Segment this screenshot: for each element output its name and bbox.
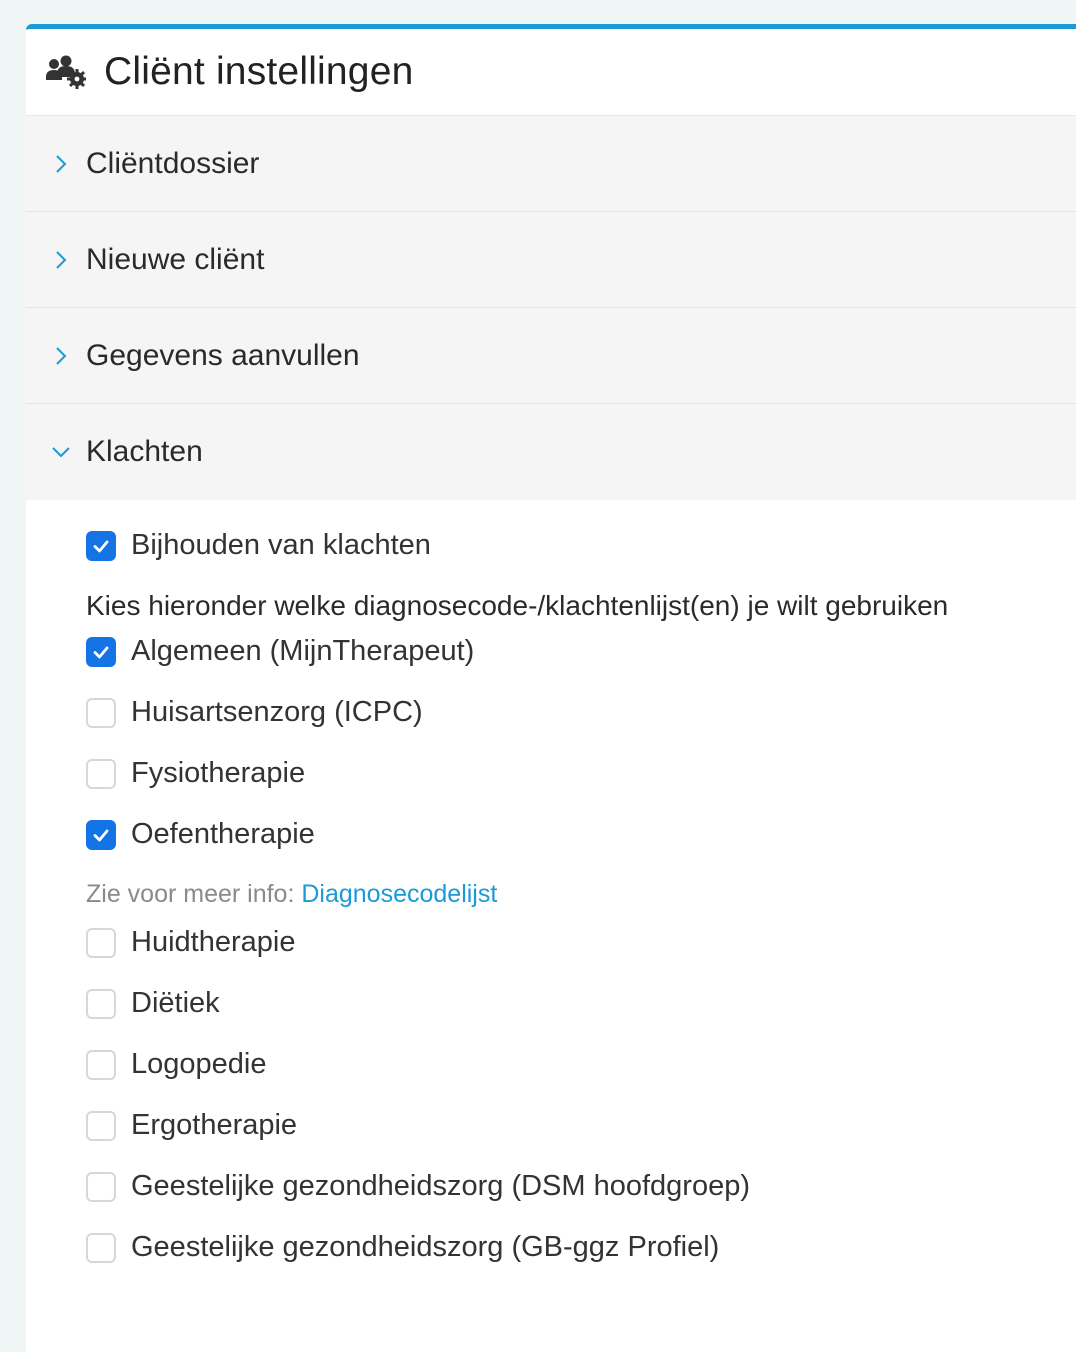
section-clientdossier[interactable]: Cliëntdossier — [26, 116, 1076, 212]
chevron-right-icon — [50, 345, 72, 367]
list-checkbox[interactable] — [86, 758, 116, 789]
card-header: Cliënt instellingen — [26, 29, 1076, 116]
users-cog-icon — [46, 55, 86, 89]
list-option[interactable]: Logopedie — [86, 1048, 266, 1081]
checkbox-label: Fysiotherapie — [131, 757, 306, 789]
checkbox-label: Geestelijke gezondheidszorg (GB-ggz Prof… — [131, 1231, 720, 1263]
list-checkbox[interactable] — [86, 988, 116, 1019]
chevron-down-icon — [50, 441, 72, 463]
list-option[interactable]: Huisartsenzorg (ICPC) — [86, 696, 423, 729]
checkbox-label: Huisartsenzorg (ICPC) — [131, 696, 423, 728]
more-info-text: Zie voor meer info: Diagnosecodelijst — [86, 880, 497, 909]
chevron-right-icon — [50, 153, 72, 175]
list-checkbox[interactable] — [86, 1232, 116, 1263]
chevron-right-icon — [50, 249, 72, 271]
section-gegevens-aanvullen[interactable]: Gegevens aanvullen — [26, 308, 1076, 404]
list-option[interactable]: Huidtherapie — [86, 926, 295, 959]
list-option[interactable]: Geestelijke gezondheidszorg (DSM hoofdgr… — [86, 1170, 750, 1203]
list-checkbox[interactable] — [86, 1171, 116, 1202]
list-checkbox[interactable] — [86, 1049, 116, 1080]
checkbox-label: Diëtiek — [131, 987, 220, 1019]
checkbox-label: Logopedie — [131, 1048, 267, 1080]
track-complaints-option[interactable]: Bijhouden van klachten — [86, 529, 431, 562]
list-checkbox[interactable] — [86, 1110, 116, 1141]
list-checkbox[interactable] — [86, 927, 116, 958]
list-option[interactable]: Geestelijke gezondheidszorg (GB-ggz Prof… — [86, 1231, 719, 1264]
diagnosecodelijst-link[interactable]: Diagnosecodelijst — [301, 880, 497, 908]
list-option[interactable]: Algemeen (MijnTherapeut) — [86, 635, 474, 668]
list-option[interactable]: Ergotherapie — [86, 1109, 297, 1142]
checkbox-label: Bijhouden van klachten — [131, 529, 431, 561]
client-settings-card: Cliënt instellingen Cliëntdossier Nieuwe… — [26, 24, 1076, 1352]
list-checkbox[interactable] — [86, 636, 116, 667]
checkbox-label: Oefentherapie — [131, 818, 315, 850]
list-checkbox[interactable] — [86, 819, 116, 850]
checkbox-label: Ergotherapie — [131, 1109, 298, 1141]
list-option[interactable]: Fysiotherapie — [86, 757, 305, 790]
page-title: Cliënt instellingen — [104, 50, 414, 93]
list-selection-heading: Kies hieronder welke diagnosecode-/klach… — [86, 590, 949, 621]
checkbox-label: Geestelijke gezondheidszorg (DSM hoofdgr… — [131, 1170, 751, 1202]
checkbox-label: Huidtherapie — [131, 926, 296, 958]
section-label: Cliëntdossier — [86, 146, 260, 180]
list-option[interactable]: Diëtiek — [86, 987, 220, 1020]
info-prefix: Zie voor meer info: — [86, 880, 302, 908]
section-label: Nieuwe cliënt — [86, 242, 265, 276]
checkbox-label: Algemeen (MijnTherapeut) — [131, 635, 475, 667]
list-checkbox[interactable] — [86, 697, 116, 728]
track-complaints-checkbox[interactable] — [86, 530, 116, 561]
section-label: Klachten — [86, 435, 203, 468]
section-klachten[interactable]: Klachten — [26, 404, 1076, 500]
section-label: Gegevens aanvullen — [86, 338, 360, 372]
list-option[interactable]: Oefentherapie — [86, 818, 315, 851]
section-nieuwe-client[interactable]: Nieuwe cliënt — [26, 212, 1076, 308]
